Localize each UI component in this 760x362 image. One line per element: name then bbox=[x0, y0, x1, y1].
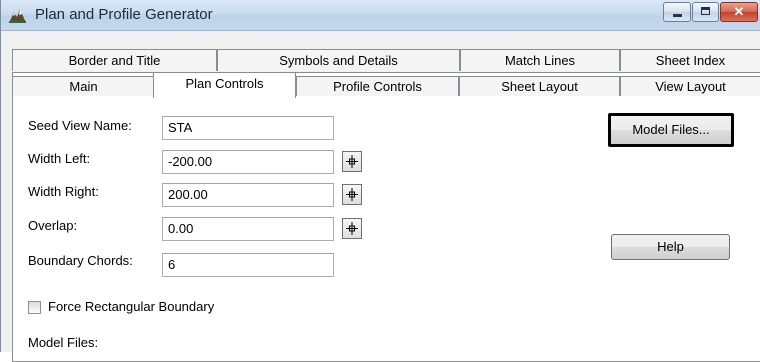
force-rectangular-boundary-checkbox[interactable] bbox=[28, 301, 41, 314]
minimize-icon bbox=[673, 14, 682, 17]
tab-sheet-index[interactable]: Sheet Index bbox=[620, 49, 760, 71]
tab-view-layout[interactable]: View Layout bbox=[620, 76, 760, 96]
width-left-label: Width Left: bbox=[28, 151, 91, 166]
tab-sheet-layout[interactable]: Sheet Layout bbox=[459, 76, 620, 96]
width-right-label: Width Right: bbox=[28, 184, 99, 199]
force-rectangular-boundary-label[interactable]: Force Rectangular Boundary bbox=[48, 299, 214, 314]
width-left-input[interactable]: -200.00 bbox=[162, 150, 334, 174]
width-left-pick-button[interactable] bbox=[342, 151, 362, 172]
maximize-icon bbox=[701, 7, 710, 15]
model-files-label: Model Files: bbox=[28, 335, 99, 350]
crosshair-icon bbox=[346, 155, 358, 168]
seed-view-name-label: Seed View Name: bbox=[28, 118, 132, 133]
tab-match-lines[interactable]: Match Lines bbox=[460, 49, 620, 71]
maximize-button[interactable] bbox=[692, 2, 719, 22]
width-right-pick-button[interactable] bbox=[342, 184, 362, 205]
minimize-button[interactable] bbox=[663, 2, 691, 22]
seed-view-name-input[interactable]: STA bbox=[162, 116, 334, 140]
tab-row-bottom: Main Plan Controls Profile Controls Shee… bbox=[12, 72, 760, 98]
boundary-chords-label: Boundary Chords: bbox=[28, 253, 133, 268]
tab-row-top: Border and Title Symbols and Details Mat… bbox=[12, 49, 760, 71]
crosshair-icon bbox=[346, 222, 358, 235]
dialog-window: Plan and Profile Generator ✕ Border and … bbox=[0, 0, 760, 362]
overlap-input[interactable]: 0.00 bbox=[162, 217, 334, 241]
width-right-input[interactable]: 200.00 bbox=[162, 183, 334, 207]
tab-border-and-title[interactable]: Border and Title bbox=[12, 49, 217, 71]
plan-profile-app-icon bbox=[9, 9, 26, 23]
tab-profile-controls[interactable]: Profile Controls bbox=[296, 76, 459, 96]
boundary-chords-input[interactable]: 6 bbox=[162, 253, 334, 277]
plan-controls-panel: Seed View Name: STA Width Left: -200.00 … bbox=[12, 72, 760, 362]
caption-buttons: ✕ bbox=[651, 2, 760, 24]
window-title: Plan and Profile Generator bbox=[35, 6, 213, 23]
overlap-label: Overlap: bbox=[28, 218, 78, 233]
crosshair-icon bbox=[346, 188, 358, 201]
model-files-button[interactable]: Model Files... bbox=[608, 113, 734, 147]
title-bar[interactable]: Plan and Profile Generator ✕ bbox=[1, 0, 760, 31]
close-button[interactable]: ✕ bbox=[720, 2, 758, 22]
tab-symbols-and-details[interactable]: Symbols and Details bbox=[217, 49, 460, 71]
tab-main[interactable]: Main bbox=[12, 76, 155, 96]
tab-plan-controls[interactable]: Plan Controls bbox=[153, 72, 296, 98]
overlap-pick-button[interactable] bbox=[342, 218, 362, 239]
help-button[interactable]: Help bbox=[611, 234, 730, 260]
close-icon: ✕ bbox=[733, 4, 745, 19]
